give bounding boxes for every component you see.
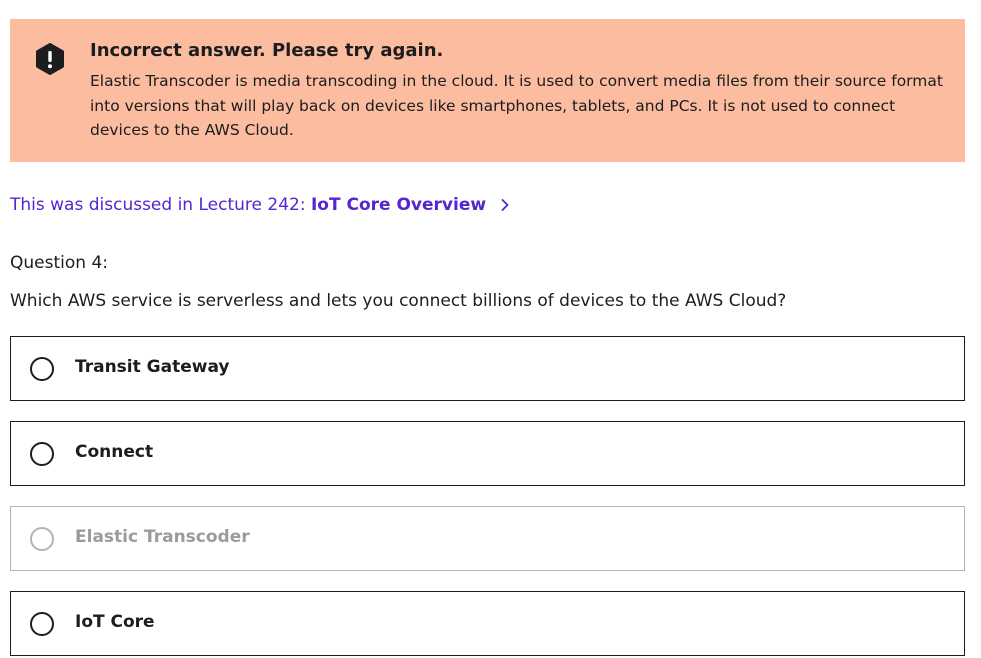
alert-circle-icon [36,43,64,75]
feedback-explanation: Elastic Transcoder is media transcoding … [90,72,943,139]
option-label: IoT Core [75,612,155,632]
radio-button[interactable] [30,442,54,466]
answer-option-connect[interactable]: Connect [10,421,965,486]
radio-button[interactable] [30,357,54,381]
option-label: Connect [75,442,154,462]
lecture-prefix: This was discussed in Lecture 242: [10,195,311,215]
radio-button [30,527,54,551]
answer-option-iot-core[interactable]: IoT Core [10,591,965,656]
option-label: Transit Gateway [75,357,230,377]
lecture-reference-link[interactable]: This was discussed in Lecture 242: IoT C… [10,195,512,215]
lecture-title: IoT Core Overview [310,195,487,215]
option-label: Elastic Transcoder [75,527,250,547]
quiz-page: Incorrect answer. Please try again. Elas… [0,0,981,658]
question-text: Which AWS service is serverless and lets… [10,291,787,311]
feedback-title: Incorrect answer. Please try again. [90,40,444,61]
chevron-right-icon [501,199,509,211]
answer-option-elastic-transcoder: Elastic Transcoder [10,506,965,571]
question-number: Question 4: [10,253,108,273]
answer-option-transit-gateway[interactable]: Transit Gateway [10,336,965,401]
radio-button[interactable] [30,612,54,636]
